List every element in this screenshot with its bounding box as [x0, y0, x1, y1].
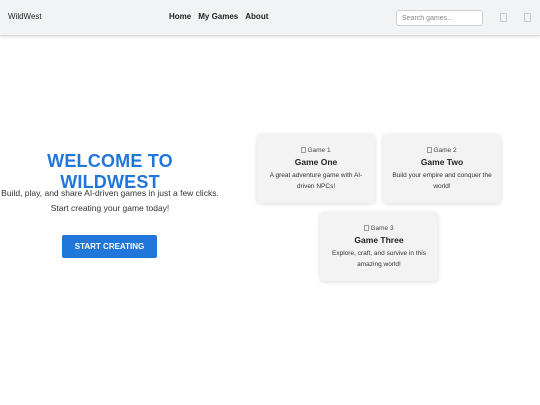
game-image-2: Game 2 — [383, 145, 501, 155]
game-image-1: Game 1 — [257, 145, 375, 155]
nav-links: Home My Games About — [169, 12, 268, 21]
settings-icon[interactable] — [524, 13, 531, 22]
brand-logo-text[interactable]: WildWest — [8, 12, 42, 21]
game-image-alt: Game 2 — [433, 146, 457, 154]
game-image-3: Game 3 — [320, 223, 438, 233]
top-navbar: WildWest Home My Games About — [0, 0, 540, 36]
user-icon[interactable] — [500, 13, 507, 22]
nav-link-home[interactable]: Home — [169, 12, 191, 21]
game-description: Build your empire and conquer the world! — [392, 172, 492, 190]
broken-image-icon — [364, 225, 370, 231]
hero-subtitle-line-2: Start creating your game today! — [50, 203, 170, 213]
nav-link-my-games[interactable]: My Games — [198, 12, 238, 21]
search-input[interactable] — [396, 10, 483, 26]
game-card-1[interactable]: Game 1 Game One A great adventure game w… — [257, 134, 375, 203]
broken-image-icon — [301, 147, 307, 153]
game-image-alt: Game 3 — [370, 224, 394, 232]
broken-image-icon — [427, 147, 433, 153]
hero-subtitle-line-1: Build, play, and share AI-driven games i… — [1, 188, 219, 198]
hero-subtitle: Build, play, and share AI-driven games i… — [0, 186, 220, 216]
game-card-2[interactable]: Game 2 Game Two Build your empire and co… — [383, 134, 501, 203]
game-title: Game One — [294, 157, 338, 167]
game-description: Explore, craft, and survive in this amaz… — [332, 250, 426, 268]
game-title: Game Three — [354, 235, 404, 245]
game-title: Game Two — [420, 157, 464, 167]
game-card-3[interactable]: Game 3 Game Three Explore, craft, and su… — [320, 212, 438, 281]
start-creating-button[interactable]: START CREATING — [62, 235, 157, 258]
game-description: A great adventure game with AI-driven NP… — [269, 172, 363, 190]
nav-link-about[interactable]: About — [245, 12, 268, 21]
game-image-alt: Game 1 — [307, 146, 331, 154]
